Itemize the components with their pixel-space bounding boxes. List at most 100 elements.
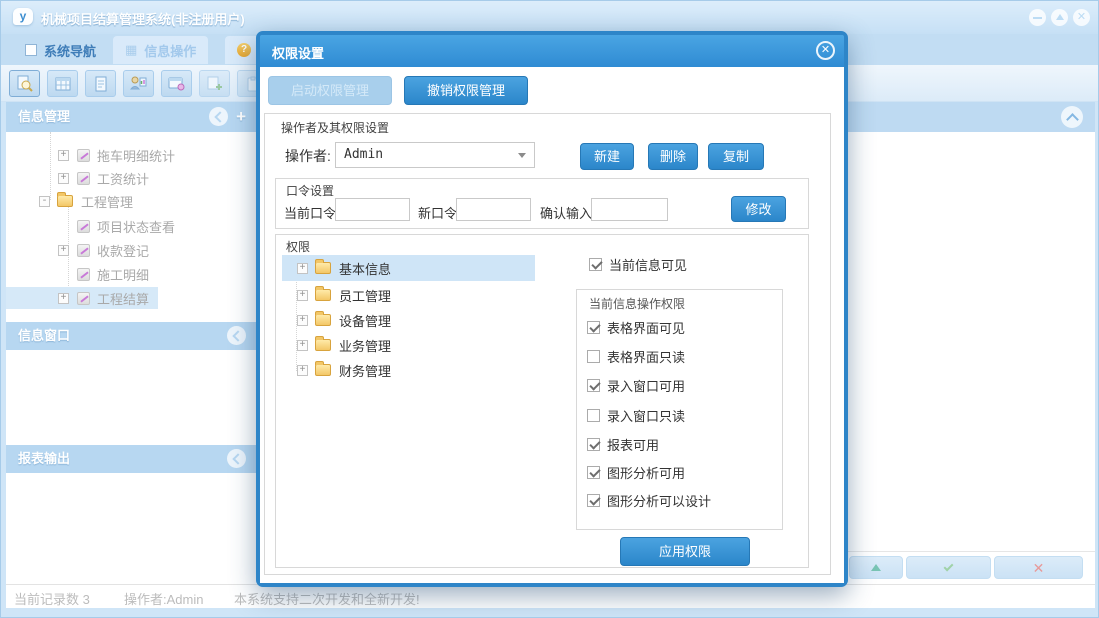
checkbox-label: 图形分析可用	[607, 466, 686, 481]
perm-tree-item-staff-mgmt[interactable]: + 员工管理	[282, 282, 535, 308]
new-operator-button[interactable]: 新建	[580, 143, 634, 170]
operator-select-value: Admin	[344, 147, 384, 162]
chevron-left-circle-icon[interactable]	[209, 107, 229, 126]
collapse-expand-icon[interactable]: -	[39, 195, 50, 207]
apply-permission-button[interactable]: 应用权限	[620, 537, 750, 566]
checkbox-grid-readonly[interactable]: 表格界面只读	[587, 347, 685, 366]
window-controls: ✕	[1029, 9, 1090, 26]
checkbox-label: 录入窗口只读	[607, 409, 686, 424]
checkbox-icon[interactable]	[587, 321, 600, 334]
start-permission-button[interactable]: 启动权限管理	[268, 76, 392, 105]
confirm-password-input[interactable]	[591, 198, 668, 221]
expand-icon[interactable]: +	[297, 289, 308, 301]
perm-tree-item-business-mgmt[interactable]: + 业务管理	[282, 332, 535, 358]
app-title: 机械项目结算管理系统(非注册用户)	[41, 12, 245, 27]
expand-icon[interactable]: +	[58, 292, 69, 304]
tree-item-label: 施工明细	[97, 267, 150, 283]
operator-select[interactable]: Admin	[335, 142, 535, 168]
plus-icon[interactable]: +	[236, 107, 246, 126]
tool-icon	[77, 267, 90, 281]
checkbox-graph-analysis-design[interactable]: 图形分析可以设计	[587, 491, 711, 510]
triangle-up-icon	[871, 564, 881, 571]
expand-icon[interactable]: +	[297, 262, 308, 274]
checkbox-entry-window-readonly[interactable]: 录入窗口只读	[587, 406, 685, 425]
tree-item-label: 收款登记	[97, 243, 150, 259]
checkbox-icon[interactable]	[587, 379, 600, 392]
help-icon: ?	[237, 43, 251, 57]
minimize-icon[interactable]	[1029, 9, 1046, 26]
close-icon[interactable]: ✕	[1073, 9, 1090, 26]
panel-header-report-output: 报表输出	[6, 445, 256, 473]
chevron-left-circle-icon[interactable]	[227, 326, 246, 345]
search-document-icon[interactable]	[9, 70, 40, 97]
add-record-icon[interactable]	[199, 70, 230, 97]
window-view-icon[interactable]	[161, 70, 192, 97]
tool-icon	[77, 148, 90, 162]
perm-tree-item-equipment-mgmt[interactable]: + 设备管理	[282, 307, 535, 333]
checkbox-graph-analysis-usable[interactable]: 图形分析可用	[587, 463, 685, 482]
checkbox-grid-visible[interactable]: 表格界面可见	[587, 318, 685, 337]
grid-icon: ▦	[125, 42, 138, 57]
checkbox-current-info-visible[interactable]: 当前信息可见	[589, 255, 687, 274]
checkbox-icon[interactable]	[587, 466, 600, 479]
tree-item-label: 拖车明细统计	[97, 148, 176, 164]
tool-icon	[77, 291, 90, 305]
modify-password-button[interactable]: 修改	[731, 196, 786, 222]
sidebar-item-construction-detail[interactable]: 施工明细	[6, 263, 256, 285]
panel-header-info-window: 信息窗口	[6, 322, 256, 350]
groupbox-caption: 权限	[286, 240, 311, 254]
checkbox-label: 图形分析可以设计	[607, 494, 712, 509]
panel-title: 报表输出	[18, 451, 71, 466]
tab-label: 系统导航	[44, 43, 97, 59]
folder-icon	[315, 259, 331, 274]
current-password-input[interactable]	[335, 198, 410, 221]
copy-operator-button[interactable]: 复制	[708, 143, 764, 170]
perm-tree-item-finance-mgmt[interactable]: + 财务管理	[282, 357, 535, 383]
folder-icon	[315, 336, 331, 351]
checkbox-label: 报表可用	[607, 438, 660, 453]
checkbox-icon[interactable]	[587, 409, 600, 422]
tree-item-label: 设备管理	[339, 313, 392, 329]
expand-icon[interactable]: +	[297, 339, 308, 351]
checkbox-icon[interactable]	[587, 350, 600, 363]
sidebar-item-project-settlement[interactable]: + 工程结算	[6, 287, 158, 309]
delete-operator-button[interactable]: 删除	[648, 143, 698, 170]
sidebar-item-project-management[interactable]: - 工程管理	[6, 190, 256, 212]
app-window: y 机械项目结算管理系统(非注册用户) ✕ 系统导航 ▦ 信息操作 ? 使	[0, 0, 1099, 618]
nav-insert-button[interactable]	[849, 556, 903, 579]
chevron-up-icon[interactable]	[1061, 106, 1083, 128]
folder-icon	[315, 286, 331, 301]
checkbox-icon[interactable]	[587, 494, 600, 507]
maximize-icon[interactable]	[1051, 9, 1068, 26]
dialog-title-bar[interactable]: 权限设置 ✕	[260, 35, 844, 67]
checkbox-label: 表格界面可见	[607, 321, 686, 336]
new-password-input[interactable]	[456, 198, 531, 221]
tree-item-label: 工资统计	[97, 171, 150, 187]
checkbox-report-usable[interactable]: 报表可用	[587, 435, 659, 454]
sidebar-item-payment-register[interactable]: + 收款登记	[6, 239, 256, 261]
expand-icon[interactable]: +	[297, 314, 308, 326]
sidebar-item-trailer-detail-stats[interactable]: + 拖车明细统计	[6, 144, 256, 166]
expand-icon[interactable]: +	[297, 364, 308, 376]
perm-tree-item-basic-info[interactable]: + 基本信息	[282, 255, 535, 281]
dialog-close-icon[interactable]: ✕	[816, 41, 835, 60]
tab-system-nav[interactable]: 系统导航	[13, 36, 108, 64]
tree-item-label: 项目状态查看	[97, 219, 176, 235]
expand-icon[interactable]: +	[58, 244, 69, 256]
cancel-button[interactable]: ✕	[994, 556, 1083, 579]
checkbox-label: 表格界面只读	[607, 350, 686, 365]
user-report-icon[interactable]	[123, 70, 154, 97]
expand-icon[interactable]: +	[58, 149, 69, 161]
chevron-left-circle-icon[interactable]	[227, 449, 246, 468]
tab-info-operation[interactable]: ▦ 信息操作	[113, 36, 209, 64]
checkbox-icon[interactable]	[587, 438, 600, 451]
document-icon[interactable]	[85, 70, 116, 97]
sidebar-item-project-status-view[interactable]: 项目状态查看	[6, 215, 256, 237]
checkbox-icon[interactable]	[589, 258, 602, 271]
confirm-button[interactable]	[906, 556, 991, 579]
expand-icon[interactable]: +	[58, 172, 69, 184]
table-view-icon[interactable]	[47, 70, 78, 97]
checkbox-entry-window-usable[interactable]: 录入窗口可用	[587, 376, 685, 395]
sidebar-item-salary-stats[interactable]: + 工资统计	[6, 167, 256, 189]
revoke-permission-button[interactable]: 撤销权限管理	[404, 76, 528, 105]
